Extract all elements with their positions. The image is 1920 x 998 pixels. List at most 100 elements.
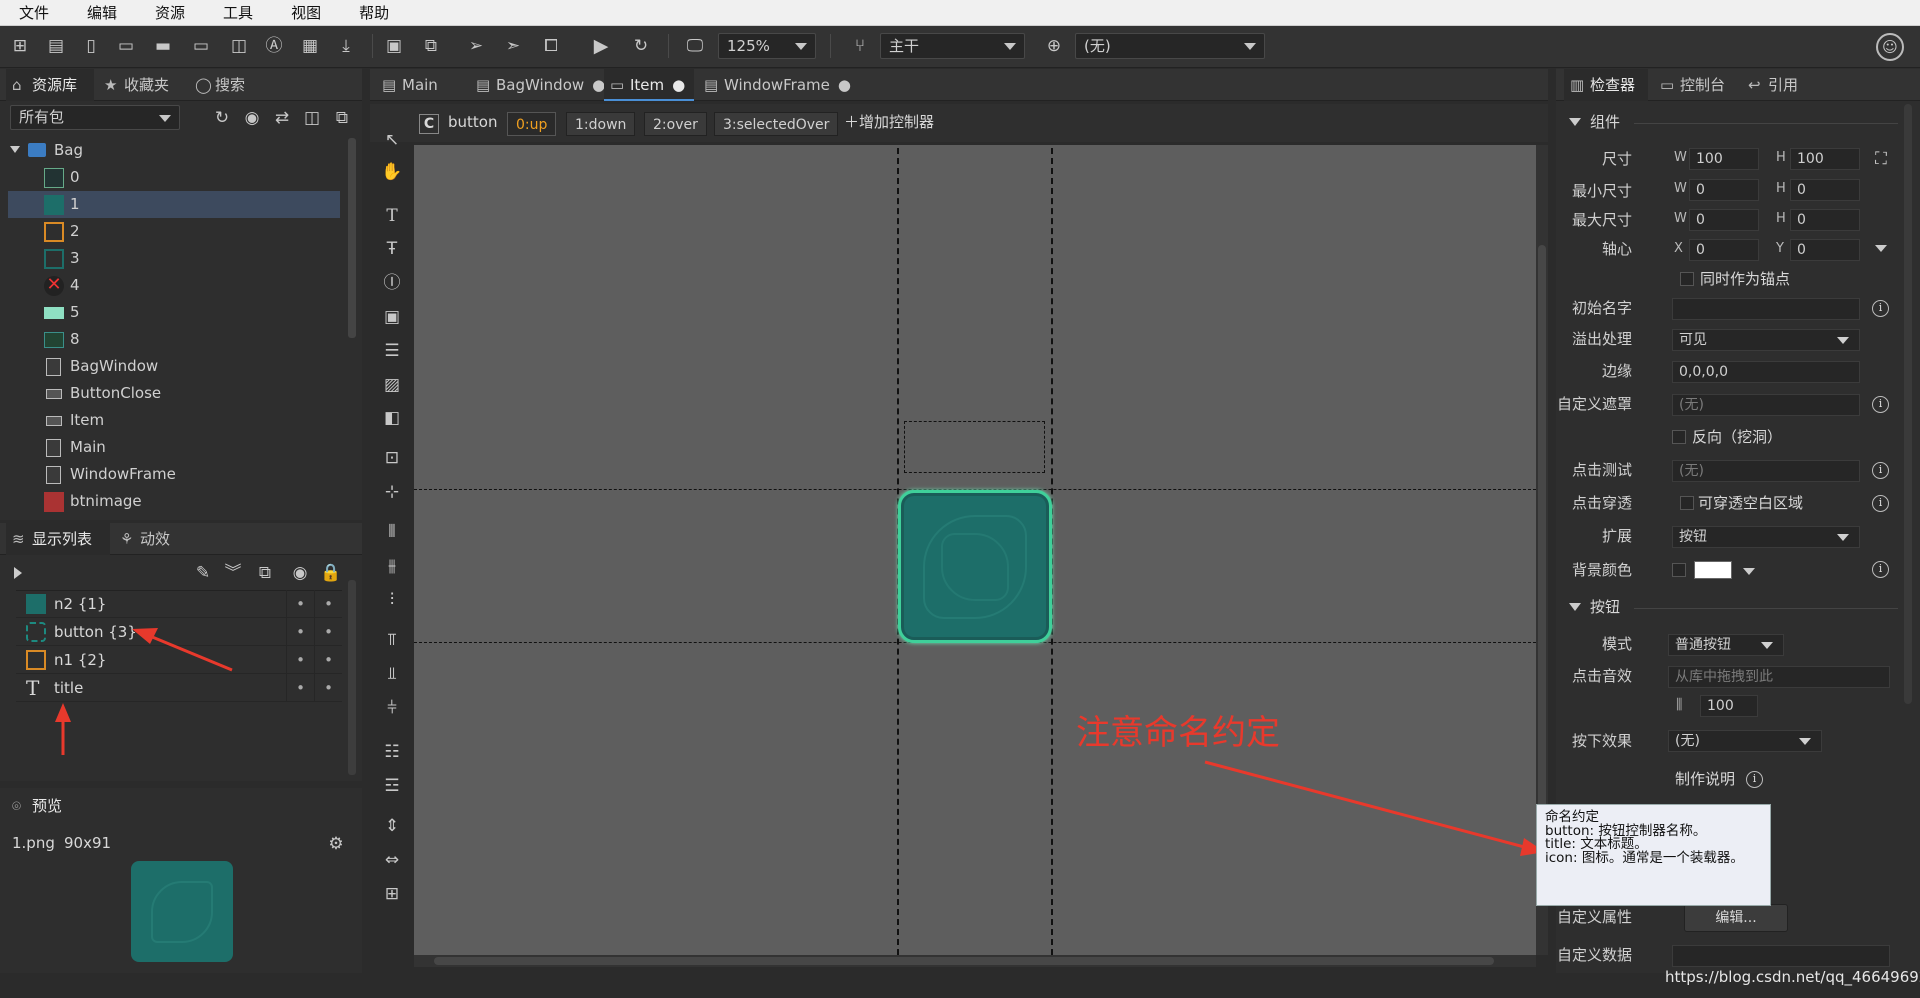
tree-item-btnimage[interactable]: btnimage xyxy=(8,488,340,512)
align-bottom-icon[interactable]: ⫩ xyxy=(380,696,404,720)
hide-icon[interactable]: ︾ xyxy=(222,562,244,584)
display-row-n1[interactable]: n1 {2} • • xyxy=(16,646,342,674)
new-combobox-icon[interactable]: ▭ xyxy=(190,35,212,57)
tree-item-5[interactable]: 5 xyxy=(8,299,340,326)
tree-item-2[interactable]: 2 xyxy=(8,218,340,245)
import-resource-icon[interactable]: ⤓ xyxy=(335,35,357,57)
add-controller-button[interactable]: ＋增加控制器 xyxy=(844,115,934,130)
pivot-preset-arrow-icon[interactable] xyxy=(1875,245,1887,252)
display-row-button[interactable]: button {3} • • xyxy=(16,618,342,646)
margin-input[interactable]: 0,0,0,0 xyxy=(1672,361,1860,383)
item-button-image[interactable] xyxy=(898,490,1052,643)
notes-label[interactable]: 制作说明 xyxy=(1675,772,1735,787)
tab-favorites[interactable]: ★ 收藏夹 xyxy=(98,69,186,101)
save-icon[interactable]: ▣ xyxy=(383,35,405,57)
collapse-arrow-icon[interactable] xyxy=(1569,603,1581,611)
select-tool-icon[interactable]: ↖ xyxy=(380,128,404,152)
extension-select[interactable]: 按钮 xyxy=(1672,526,1860,548)
publish-icon[interactable]: ➢ xyxy=(465,35,487,57)
tab-motion[interactable]: ⚘ 动效 xyxy=(114,523,184,555)
input-text-tool-icon[interactable]: Ⓘ xyxy=(380,271,404,295)
globe-icon[interactable]: ⊕ xyxy=(1043,35,1065,57)
menu-view[interactable]: 视图 xyxy=(272,0,340,26)
controller-page-down[interactable]: 1:down xyxy=(566,112,636,136)
max-height-input[interactable]: 0 xyxy=(1790,209,1860,231)
new-scrollbar-icon[interactable]: ◫ xyxy=(228,35,250,57)
info-icon[interactable]: i xyxy=(1872,300,1889,317)
image-tool-icon[interactable]: ▣ xyxy=(380,305,404,329)
tab-preview[interactable]: ⌾ 预览 xyxy=(6,790,86,822)
grid-icon[interactable]: ⊞ xyxy=(380,882,404,906)
user-avatar-icon[interactable]: ☺ xyxy=(1876,33,1904,61)
tree-item-3[interactable]: 3 xyxy=(8,245,340,272)
overflow-select[interactable]: 可见 xyxy=(1672,329,1860,351)
new-label-icon[interactable]: ▬ xyxy=(152,35,174,57)
tree-item-item[interactable]: Item xyxy=(8,407,340,434)
branch-icon[interactable]: ⑂ xyxy=(849,35,871,57)
tab-references[interactable]: ↩ 引用 xyxy=(1742,69,1812,101)
info-icon[interactable]: i xyxy=(1872,561,1889,578)
list-tool-icon[interactable]: ☰ xyxy=(380,339,404,363)
menu-edit[interactable]: 编辑 xyxy=(68,0,136,26)
branch-select[interactable]: 主干 xyxy=(880,33,1025,59)
locate-icon[interactable]: ◉ xyxy=(241,107,263,129)
zoom-select[interactable]: 125% xyxy=(718,33,816,59)
new-font-icon[interactable]: ▯ xyxy=(80,35,102,57)
volume-input[interactable]: 100 xyxy=(1700,695,1758,717)
language-select[interactable]: (无) xyxy=(1075,33,1265,59)
tree-item-4[interactable]: ✕ 4 xyxy=(8,272,340,299)
min-width-input[interactable]: 0 xyxy=(1689,179,1759,201)
custom-data-input[interactable] xyxy=(1672,945,1890,967)
controller-page-selectedover[interactable]: 3:selectedOver xyxy=(714,112,839,136)
visibility-toggle[interactable]: • xyxy=(286,618,314,646)
gear-icon[interactable]: ⚙ xyxy=(325,833,347,855)
bg-color-checkbox[interactable] xyxy=(1672,563,1686,577)
display-list-scrollbar[interactable] xyxy=(348,580,356,775)
split-view-icon[interactable]: ◫ xyxy=(301,107,323,129)
loader3d-tool-icon[interactable]: ◧ xyxy=(380,406,404,430)
info-icon[interactable]: i xyxy=(1872,495,1889,512)
swap-icon[interactable]: ⇄ xyxy=(271,107,293,129)
mask-input[interactable]: (无) xyxy=(1672,394,1860,416)
group-tool-icon[interactable]: ⊡ xyxy=(380,446,404,470)
click-through-checkbox[interactable] xyxy=(1680,496,1694,510)
copy-icon[interactable]: ⧉ xyxy=(254,562,276,584)
info-icon[interactable]: i xyxy=(1746,771,1763,788)
hand-tool-icon[interactable]: ✋ xyxy=(380,160,404,184)
bg-color-swatch[interactable] xyxy=(1694,561,1732,579)
menu-tools[interactable]: 工具 xyxy=(204,0,272,26)
menu-file[interactable]: 文件 xyxy=(0,0,68,26)
same-width-icon[interactable]: ⇔ xyxy=(380,848,404,872)
tab-search[interactable]: ◯ 搜索 xyxy=(189,69,267,101)
max-width-input[interactable]: 0 xyxy=(1689,209,1759,231)
init-name-input[interactable] xyxy=(1672,298,1860,320)
tree-item-1[interactable]: 1 xyxy=(8,191,340,218)
edit-icon[interactable]: ✎ xyxy=(192,562,214,584)
new-component-icon[interactable]: ▤ xyxy=(45,35,67,57)
text-tool-icon[interactable]: T xyxy=(380,204,404,228)
tab-display-list[interactable]: ≋ 显示列表 xyxy=(6,523,110,555)
size-width-input[interactable]: 100 xyxy=(1689,148,1759,170)
lock-toggle[interactable]: • xyxy=(314,618,342,646)
resolution-icon[interactable]: 🖵 xyxy=(684,35,706,57)
tree-item-bagwindow[interactable]: BagWindow xyxy=(8,353,340,380)
title-text-bounds[interactable] xyxy=(904,421,1045,473)
graph-tool-icon[interactable]: ▨ xyxy=(380,373,404,397)
doc-tab-main[interactable]: ▤ Main xyxy=(376,69,468,101)
play-icon[interactable]: ▶ xyxy=(590,35,612,57)
tree-item-0[interactable]: 0 xyxy=(8,164,340,191)
tab-library[interactable]: ⌂ 资源库 xyxy=(6,69,94,101)
controller-page-over[interactable]: 2:over xyxy=(644,112,707,136)
import-font-icon[interactable]: Ⓐ xyxy=(263,35,285,57)
hit-test-input[interactable]: (无) xyxy=(1672,460,1860,482)
collapse-icon[interactable]: ⧉ xyxy=(331,107,353,129)
align-right-icon[interactable]: ⫶ xyxy=(380,588,404,612)
display-row-title[interactable]: T title • • xyxy=(16,674,342,702)
tree-item-windowframe[interactable]: WindowFrame xyxy=(8,461,340,488)
visibility-toggle[interactable]: • xyxy=(286,646,314,674)
align-middle-icon[interactable]: ⫫ xyxy=(380,662,404,686)
new-button-icon[interactable]: ▭ xyxy=(115,35,137,57)
visibility-toggle[interactable]: • xyxy=(286,590,314,618)
same-height-icon[interactable]: ⇕ xyxy=(380,814,404,838)
collapse-arrow-icon[interactable] xyxy=(1569,118,1581,126)
